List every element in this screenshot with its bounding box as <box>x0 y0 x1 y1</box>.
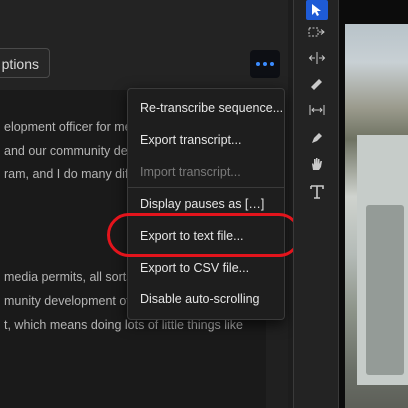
menu-item-retranscribe-sequence[interactable]: Re-transcribe sequence... <box>140 101 283 115</box>
video-frame-detail <box>366 205 404 375</box>
transcript-line[interactable]: and our community dev <box>4 144 134 158</box>
transcript-line[interactable]: elopment officer for me <box>4 120 132 134</box>
menu-item-display-pauses[interactable]: Display pauses as […] <box>140 197 264 211</box>
highlight-annotation <box>107 213 301 257</box>
razor-tool-icon[interactable] <box>306 74 328 94</box>
hand-tool-icon[interactable] <box>306 154 328 174</box>
more-dot-icon <box>270 62 274 66</box>
menu-divider <box>128 187 284 188</box>
transcript-line[interactable]: ram, and I do many diff <box>4 167 132 181</box>
ripple-edit-tool-icon[interactable] <box>306 48 328 68</box>
transcript-line[interactable]: media permits, all sorts <box>4 270 133 284</box>
menu-item-disable-auto-scrolling[interactable]: Disable auto-scrolling <box>140 292 260 306</box>
options-button[interactable]: ptions <box>0 48 50 78</box>
menu-item-export-transcript[interactable]: Export transcript... <box>140 133 241 147</box>
transcript-panel-header: ptions <box>0 0 288 90</box>
tools-panel <box>293 0 339 408</box>
transcript-options-menu: Re-transcribe sequence... Export transcr… <box>127 88 285 320</box>
menu-item-import-transcript: Import transcript... <box>140 165 241 179</box>
transcript-line[interactable]: munity development of <box>4 294 130 308</box>
selection-tool-icon[interactable] <box>306 0 328 20</box>
slip-tool-icon[interactable] <box>306 100 328 120</box>
more-options-button[interactable] <box>250 50 280 78</box>
type-tool-icon[interactable] <box>306 182 328 202</box>
more-dot-icon <box>256 62 260 66</box>
menu-item-export-csv-file[interactable]: Export to CSV file... <box>140 261 249 275</box>
pen-tool-icon[interactable] <box>306 128 328 148</box>
transcript-line[interactable]: t, which means doing lots of little thin… <box>4 318 243 332</box>
more-dot-icon <box>263 62 267 66</box>
track-select-tool-icon[interactable] <box>306 22 328 42</box>
